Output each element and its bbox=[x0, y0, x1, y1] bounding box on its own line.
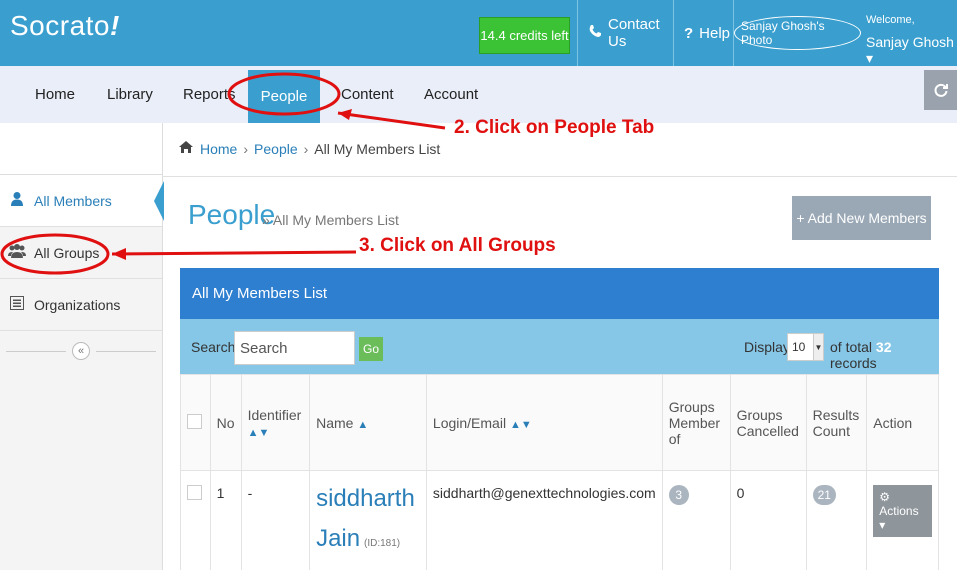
top-bar: Socrato! 14.4 credits left Contact Us ? … bbox=[0, 0, 957, 66]
page-subtitle: » All My Members List bbox=[262, 212, 399, 228]
cell-results: 21 bbox=[805, 470, 868, 570]
step2-annotation: 2. Click on People Tab bbox=[454, 117, 655, 138]
table-row: 1 - siddharth Jain (ID:181) siddharth@ge… bbox=[180, 470, 939, 570]
col-groups-cancelled: Groups Cancelled bbox=[729, 374, 807, 471]
contact-us-label: Contact Us bbox=[608, 16, 660, 50]
sidebar-collapse: « bbox=[0, 331, 162, 371]
credits-badge[interactable]: 14.4 credits left bbox=[479, 17, 570, 54]
nav-library[interactable]: Library bbox=[107, 66, 153, 123]
col-login-email[interactable]: Login/Email ▲▼ bbox=[425, 374, 663, 471]
sidebar-item-label: All Groups bbox=[34, 244, 100, 261]
sidebar-spacer bbox=[0, 123, 162, 175]
select-all-checkbox[interactable] bbox=[187, 413, 202, 429]
sidebar-item-all-groups[interactable]: All Groups bbox=[0, 227, 162, 279]
cell-groups-member: 3 bbox=[661, 470, 731, 570]
col-name[interactable]: Name ▲ bbox=[309, 374, 427, 471]
total-count: 32 bbox=[875, 339, 892, 355]
search-input[interactable] bbox=[234, 331, 355, 365]
sidebar-item-label: All Members bbox=[34, 192, 112, 209]
question-icon: ? bbox=[684, 24, 694, 42]
user-menu[interactable]: Sanjay Ghosh ▾ bbox=[866, 34, 957, 67]
go-button[interactable]: Go bbox=[359, 337, 383, 361]
col-no: No bbox=[209, 374, 242, 471]
nav-content[interactable]: Content bbox=[341, 66, 394, 123]
table-header-row: No Identifier ▲▼ Name ▲ Login/Email ▲▼ Gr… bbox=[180, 374, 939, 471]
sidebar-item-all-members[interactable]: All Members bbox=[0, 175, 164, 227]
search-bar: Search: Go Display 10 ▼ of total 32 reco… bbox=[180, 319, 939, 374]
results-count-badge[interactable]: 21 bbox=[812, 485, 836, 505]
breadcrumb-separator: › bbox=[303, 140, 309, 157]
user-icon bbox=[8, 191, 26, 210]
sort-icon: ▲▼ bbox=[509, 418, 532, 431]
display-label: Display bbox=[744, 339, 790, 355]
cell-no: 1 bbox=[209, 470, 242, 570]
home-icon[interactable] bbox=[178, 140, 194, 157]
col-groups-member: Groups Member of bbox=[661, 374, 731, 471]
breadcrumb: Home › People › All My Members List bbox=[178, 140, 440, 157]
col-action: Action bbox=[866, 374, 939, 471]
app-logo[interactable]: Socrato! bbox=[10, 10, 120, 42]
display-count-select[interactable]: 10 ▼ bbox=[787, 333, 824, 361]
breadcrumb-people[interactable]: People bbox=[254, 141, 298, 157]
panel-title: All My Members List bbox=[180, 268, 939, 319]
content-divider bbox=[163, 176, 957, 177]
breadcrumb-separator: › bbox=[243, 140, 249, 157]
col-identifier[interactable]: Identifier ▲▼ bbox=[240, 374, 311, 471]
add-new-members-button[interactable]: + Add New Members bbox=[792, 196, 931, 240]
row-select-cell bbox=[180, 470, 211, 570]
sidebar-item-label: Organizations bbox=[34, 296, 121, 313]
row-checkbox[interactable] bbox=[187, 485, 202, 500]
sidebar-item-organizations[interactable]: Organizations bbox=[0, 279, 162, 331]
step3-annotation: 3. Click on All Groups bbox=[359, 235, 556, 256]
members-table: No Identifier ▲▼ Name ▲ Login/Email ▲▼ Gr… bbox=[180, 374, 939, 570]
chevron-down-icon: ▼ bbox=[813, 334, 823, 360]
select-all-cell bbox=[180, 374, 211, 471]
sidebar: All Members All Groups Organizations « bbox=[0, 123, 164, 570]
col-results-count: Results Count bbox=[805, 374, 868, 471]
user-photo[interactable]: Sanjay Ghosh's Photo bbox=[733, 0, 861, 66]
search-label: Search: bbox=[191, 339, 240, 355]
help-label: Help bbox=[699, 24, 731, 42]
welcome-text: Welcome, bbox=[866, 14, 915, 26]
list-icon bbox=[8, 296, 26, 313]
actions-dropdown-button[interactable]: ⚙ Actions ▾ bbox=[873, 485, 932, 537]
cell-identifier: - bbox=[240, 470, 311, 570]
collapse-sidebar-icon[interactable]: « bbox=[72, 342, 90, 360]
group-icon bbox=[8, 243, 26, 262]
member-id: (ID:181) bbox=[364, 538, 401, 549]
main-nav: Home Library Reports People Content Acco… bbox=[0, 66, 957, 123]
help-button[interactable]: ? Help bbox=[673, 0, 733, 66]
nav-reports[interactable]: Reports bbox=[183, 66, 236, 123]
nav-account[interactable]: Account bbox=[424, 66, 478, 123]
cell-name: siddharth Jain (ID:181) bbox=[309, 470, 427, 570]
sort-icon: ▲▼ bbox=[247, 426, 270, 439]
refresh-icon[interactable] bbox=[924, 70, 957, 110]
nav-home[interactable]: Home bbox=[35, 66, 75, 123]
breadcrumb-current: All My Members List bbox=[314, 140, 441, 157]
contact-us-button[interactable]: Contact Us bbox=[577, 0, 673, 66]
cell-email: siddharth@genexttechnologies.com bbox=[425, 470, 663, 570]
cell-groups-cancelled: 0 bbox=[729, 470, 807, 570]
sort-asc-icon: ▲ bbox=[357, 418, 369, 431]
breadcrumb-home[interactable]: Home bbox=[200, 141, 237, 157]
groups-member-badge[interactable]: 3 bbox=[668, 485, 689, 505]
nav-people[interactable]: People bbox=[248, 70, 320, 123]
cell-action: ⚙ Actions ▾ bbox=[866, 470, 939, 570]
phone-icon bbox=[588, 24, 602, 42]
gear-icon: ⚙ bbox=[879, 490, 891, 504]
total-records: of total 32 records bbox=[830, 339, 892, 371]
